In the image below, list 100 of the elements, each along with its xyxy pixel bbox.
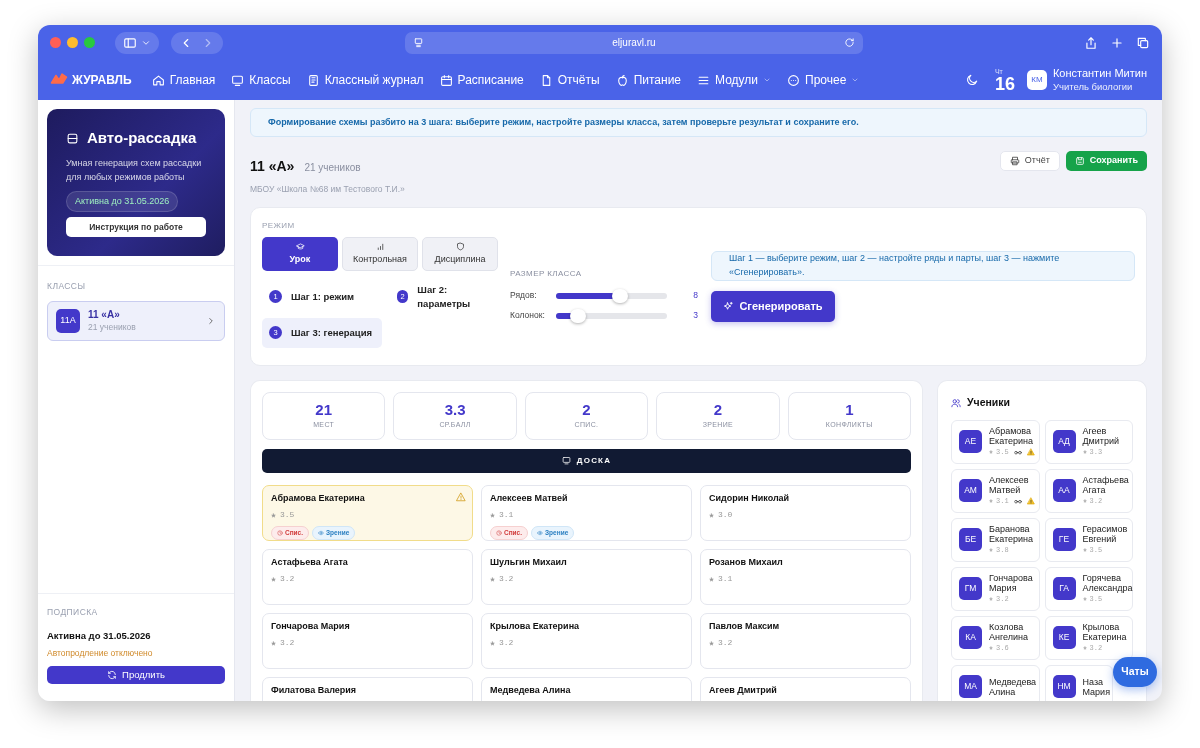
step-label: Шаг 3: генерация xyxy=(291,325,373,340)
generate-button[interactable]: Сгенерировать xyxy=(711,290,835,322)
bar-chart-icon xyxy=(375,241,385,251)
class-item[interactable]: 11А 11 «А» 21 учеников xyxy=(47,300,225,341)
address-bar[interactable]: eljuravl.ru xyxy=(405,31,863,54)
class-name: 11 «А» xyxy=(88,309,121,322)
step-label: Шаг 2: параметры xyxy=(417,282,472,311)
sidebar-toggle-button[interactable] xyxy=(115,31,159,54)
nav-link[interactable]: Классы xyxy=(231,71,291,89)
window-control-icon[interactable] xyxy=(84,37,95,48)
floppy-disk-icon xyxy=(1074,156,1085,166)
renew-button[interactable]: Продлить xyxy=(47,666,225,684)
user-avatar[interactable]: КМ xyxy=(1026,70,1047,90)
student-avatar: ГА xyxy=(1052,577,1076,600)
seat-card[interactable]: Крылова Екатерина 3.2 xyxy=(481,612,692,669)
nav-link[interactable]: Модули xyxy=(697,71,771,89)
student-avatar: НМ xyxy=(1052,675,1076,698)
student-name: Горячева Александра xyxy=(1082,573,1133,593)
window-control-icon[interactable] xyxy=(50,37,61,48)
nav-link[interactable]: Классный журнал xyxy=(306,71,424,89)
student-name: Герасимов Евгений xyxy=(1082,524,1129,544)
student-avatar: АД xyxy=(1052,430,1076,453)
student-card[interactable]: НМ Наза Мария xyxy=(1044,664,1113,701)
star-icon xyxy=(989,499,993,503)
student-avatar: ГЕ xyxy=(1052,528,1076,551)
star-icon xyxy=(989,450,993,454)
star-icon xyxy=(709,576,714,582)
student-avatar: ГМ xyxy=(959,577,982,600)
calendar-icon xyxy=(439,73,453,87)
student-rating: 3.0 xyxy=(718,509,733,522)
new-tab-icon[interactable] xyxy=(1110,35,1124,50)
chats-button[interactable]: Чаты xyxy=(1113,657,1157,687)
nav-link[interactable]: Главная xyxy=(151,71,216,89)
student-avatar: АЕ xyxy=(959,430,982,453)
section-heading: РАЗМЕР КЛАССА xyxy=(510,267,583,280)
seat-card[interactable]: Астафьева Агата 3.2 xyxy=(262,548,473,605)
student-name: Агеев Дмитрий xyxy=(1082,426,1120,446)
student-avatar: БЕ xyxy=(959,528,982,551)
mode-tab[interactable]: Урок xyxy=(262,236,338,271)
student-name: Наза Мария xyxy=(1082,676,1111,697)
student-rating: 3.1 xyxy=(718,573,733,586)
graduation-cap-icon xyxy=(295,241,305,251)
student-rating: 3.2 xyxy=(280,637,295,650)
promo-title: Авто-рассадка xyxy=(87,128,197,148)
student-name: Крылова Екатерина xyxy=(1082,622,1128,642)
nav-link[interactable]: Прочее xyxy=(787,71,860,89)
student-avatar: КА xyxy=(959,626,982,649)
warning-icon xyxy=(456,491,466,502)
user-role: Учитель биологии xyxy=(1052,80,1134,93)
nav-link[interactable]: Питание xyxy=(615,71,682,89)
seat-card[interactable]: Гончарова Мария 3.2 xyxy=(262,612,473,669)
student-rating: 3.2 xyxy=(499,573,514,586)
student-avatar: АМ xyxy=(959,479,982,502)
seat-card[interactable]: Медведева Алина xyxy=(481,676,692,701)
logo-text: ЖУРАВЛЬ xyxy=(72,72,132,89)
student-card[interactable]: МА Медведева Алина xyxy=(951,664,1040,701)
student-name: Баранова Екатерина xyxy=(989,524,1034,544)
status-badge: Активна до 31.05.2026 xyxy=(66,190,179,212)
star-icon xyxy=(490,512,495,518)
dark-mode-icon[interactable] xyxy=(964,73,979,87)
slider-label: Колонок: xyxy=(510,309,546,323)
page-icon xyxy=(413,37,424,48)
seat-card[interactable]: Розанов Михаил 3.1 xyxy=(700,548,911,605)
tabs-icon[interactable] xyxy=(1136,35,1150,50)
student-name: Гончарова Мария xyxy=(271,619,350,633)
student-name: Агеев Дмитрий xyxy=(709,683,777,697)
class-count: 21 учеников xyxy=(88,321,137,333)
star-icon xyxy=(1082,499,1087,503)
star-icon xyxy=(271,512,276,518)
instructions-button[interactable]: Инструкция по работе xyxy=(66,217,206,237)
board-label: ДОСКА xyxy=(576,454,612,467)
seat-card[interactable]: Павлов Максим 3.2 xyxy=(700,612,911,669)
student-name: Астафьева Агата xyxy=(1082,475,1130,495)
student-name: Алексеев Матвей xyxy=(989,475,1030,495)
seat-card[interactable]: Филатова Валерия xyxy=(262,676,473,701)
nav-link[interactable]: Отчёты xyxy=(539,71,600,89)
seat-card[interactable]: Шульгин Михаил 3.2 xyxy=(481,548,692,605)
slider-thumb[interactable] xyxy=(570,308,587,323)
student-rating: 3.5 xyxy=(280,509,295,522)
student-name: Сидорин Николай xyxy=(709,491,790,505)
share-icon[interactable] xyxy=(1084,35,1098,50)
class-title: 11 «А» xyxy=(250,157,295,176)
seat-card[interactable]: Агеев Дмитрий xyxy=(700,676,911,701)
nav-link[interactable]: Расписание xyxy=(439,71,524,89)
student-name: Медведева Алина xyxy=(989,676,1038,697)
autorenew-note: Автопродление отключено xyxy=(47,647,154,660)
reload-icon[interactable] xyxy=(844,37,855,48)
apple-icon xyxy=(615,73,629,87)
class-avatar: 11А xyxy=(56,308,80,333)
slider-thumb[interactable] xyxy=(612,288,629,303)
monitor-icon xyxy=(231,73,245,87)
sparkle-icon xyxy=(723,300,735,312)
window-control-icon[interactable] xyxy=(67,37,78,48)
student-avatar: АА xyxy=(1052,479,1076,502)
mode-tab[interactable]: Дисциплина xyxy=(422,236,498,271)
student-rating: 3.2 xyxy=(280,573,295,586)
seat-card[interactable]: Сидорин Николай 3.0 xyxy=(700,484,911,541)
slider-value: 8 xyxy=(693,289,698,303)
report-button[interactable]: Отчёт xyxy=(999,151,1060,171)
mode-tab[interactable]: Контрольная xyxy=(342,236,418,271)
